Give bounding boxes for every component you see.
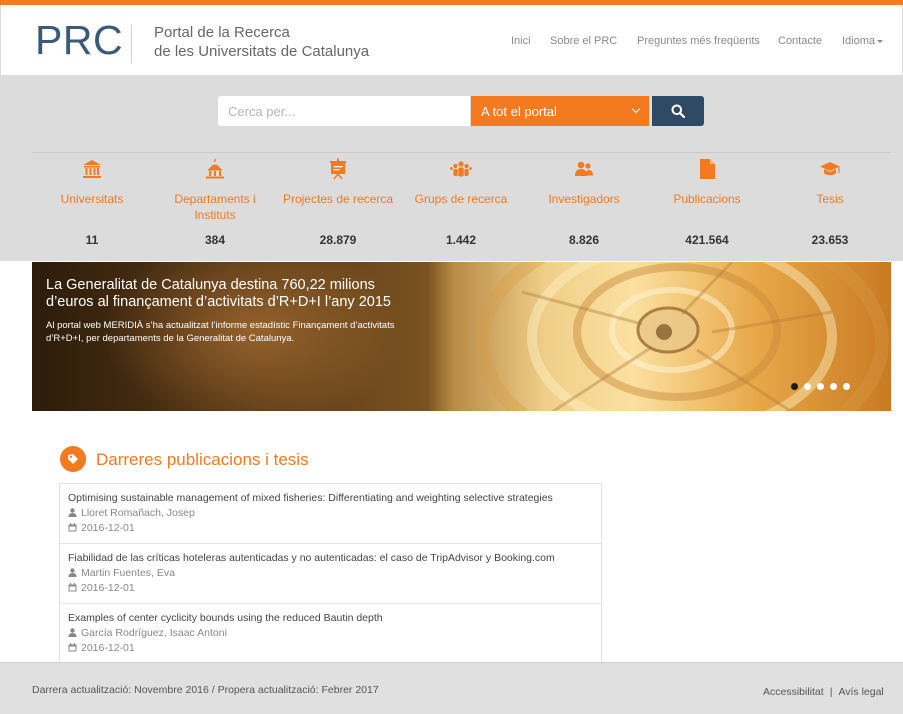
publication-author: Martin Fuentes, Eva bbox=[68, 567, 175, 579]
tagline-line-1: Portal de la Recerca bbox=[154, 24, 290, 41]
publication-author-name: García Rodríguez, Isaac Antoni bbox=[81, 627, 227, 639]
search-input[interactable] bbox=[218, 96, 470, 126]
stat-universitats[interactable]: Universitats bbox=[32, 158, 152, 207]
nav-idioma-label: Idioma bbox=[842, 35, 876, 47]
university-icon bbox=[83, 160, 101, 178]
publication-title[interactable]: Examples of center cyclicity bounds usin… bbox=[68, 612, 383, 624]
stat-label: Universitats bbox=[60, 192, 124, 206]
stat-count-departaments: 384 bbox=[204, 233, 226, 247]
slider-dot-1[interactable] bbox=[791, 383, 798, 390]
nav-item-contacte[interactable]: Contacte bbox=[778, 35, 822, 47]
caret-down-icon bbox=[877, 39, 884, 43]
list-item[interactable]: Fiabilidad de las críticas hoteleras aut… bbox=[60, 544, 601, 604]
publication-date: 2016-12-01 bbox=[68, 642, 135, 654]
stat-count-tesis: 23.653 bbox=[811, 233, 849, 247]
site-footer: Darrera actualització: Novembre 2016 / P… bbox=[0, 662, 903, 714]
stat-label: Investigadors bbox=[548, 192, 620, 206]
building-icon bbox=[206, 159, 224, 179]
stats-divider bbox=[32, 152, 891, 153]
list-item[interactable]: Examples of center cyclicity bounds usin… bbox=[60, 604, 601, 664]
slide-summary: Al portal web MERIDIÀ s’ha actualitzat l… bbox=[46, 320, 395, 344]
nav-item-idioma[interactable]: Idioma bbox=[842, 35, 884, 47]
news-slider[interactable]: La Generalitat de Catalunya destina 760,… bbox=[32, 262, 891, 411]
tagline-line-2: de les Universitats de Catalunya bbox=[154, 43, 370, 60]
publications-list: Optimising sustainable management of mix… bbox=[59, 483, 602, 664]
stat-label: Projectes de recerca bbox=[282, 192, 394, 206]
calendar-icon bbox=[68, 643, 77, 652]
stat-projectes[interactable]: Projectes de recerca bbox=[278, 158, 398, 207]
group-icon bbox=[450, 161, 472, 177]
document-icon bbox=[700, 159, 715, 179]
tag-icon bbox=[68, 454, 78, 464]
slider-dot-5[interactable] bbox=[843, 383, 850, 390]
stat-publicacions[interactable]: Publicacions bbox=[647, 158, 767, 207]
nav-item-sobre[interactable]: Sobre el PRC bbox=[550, 35, 617, 47]
nav-item-faq[interactable]: Preguntes més freqüents bbox=[637, 35, 760, 47]
stat-label: Grups de recerca bbox=[414, 192, 508, 206]
user-icon bbox=[68, 508, 77, 517]
search-button[interactable] bbox=[652, 96, 704, 126]
user-icon bbox=[68, 628, 77, 637]
site-header: PRC Portal de la Recerca de les Universi… bbox=[0, 5, 903, 75]
search-scope-select[interactable]: A tot el portal bbox=[471, 96, 649, 126]
site-tagline: Portal de la Recerca de les Universitats… bbox=[154, 23, 369, 61]
stat-investigadors[interactable]: Investigadors bbox=[524, 158, 644, 207]
stat-label: Publicacions bbox=[673, 192, 741, 206]
accessibility-link[interactable]: Accessibilitat bbox=[763, 686, 824, 698]
stat-tesis[interactable]: Tesis bbox=[770, 158, 890, 207]
section-title: Darreres publicacions i tesis bbox=[96, 450, 309, 469]
publication-date-value: 2016-12-01 bbox=[81, 642, 135, 654]
user-icon bbox=[68, 568, 77, 577]
publications-section-icon bbox=[60, 446, 86, 472]
nav-item-inici[interactable]: Inici bbox=[511, 35, 531, 47]
stat-departaments[interactable]: Departaments i Instituts bbox=[155, 158, 275, 223]
presentation-icon bbox=[330, 158, 346, 180]
stat-count-investigadors: 8.826 bbox=[568, 233, 600, 247]
publication-author-name: Martin Fuentes, Eva bbox=[81, 567, 175, 579]
publication-date-value: 2016-12-01 bbox=[81, 582, 135, 594]
slider-dot-2[interactable] bbox=[804, 383, 811, 390]
slider-dot-4[interactable] bbox=[830, 383, 837, 390]
chevron-down-icon bbox=[631, 104, 641, 114]
graduation-cap-icon bbox=[820, 162, 840, 176]
logo-divider bbox=[131, 25, 132, 63]
stat-count-universitats: 11 bbox=[85, 233, 99, 247]
footer-separator: | bbox=[829, 686, 833, 698]
site-logo[interactable]: PRC bbox=[35, 17, 123, 64]
calendar-icon bbox=[68, 583, 77, 592]
stat-count-publicacions: 421.564 bbox=[685, 233, 729, 247]
users-icon bbox=[575, 161, 593, 176]
search-icon bbox=[671, 104, 685, 118]
publication-date: 2016-12-01 bbox=[68, 582, 135, 594]
legal-notice-link[interactable]: Avís legal bbox=[838, 686, 883, 698]
stat-count-projectes: 28.879 bbox=[319, 233, 357, 247]
publication-author-name: Lloret Romañach, Josep bbox=[81, 507, 195, 519]
list-item[interactable]: Optimising sustainable management of mix… bbox=[60, 484, 601, 544]
slider-dot-3[interactable] bbox=[817, 383, 824, 390]
footer-links: Accessibilitat | Avís legal bbox=[763, 686, 884, 698]
publication-date-value: 2016-12-01 bbox=[81, 522, 135, 534]
update-info: Darrera actualització: Novembre 2016 / P… bbox=[32, 684, 379, 696]
calendar-icon bbox=[68, 523, 77, 532]
publication-title[interactable]: Optimising sustainable management of mix… bbox=[68, 492, 553, 504]
publication-author: García Rodríguez, Isaac Antoni bbox=[68, 627, 227, 639]
publication-date: 2016-12-01 bbox=[68, 522, 135, 534]
stat-grups[interactable]: Grups de recerca bbox=[401, 158, 521, 207]
publication-title[interactable]: Fiabilidad de las críticas hoteleras aut… bbox=[68, 552, 555, 564]
stat-label: Tesis bbox=[816, 192, 844, 206]
search-scope-value: A tot el portal bbox=[481, 104, 557, 119]
slide-headline[interactable]: La Generalitat de Catalunya destina 760,… bbox=[46, 277, 426, 311]
stat-label: Departaments i Instituts bbox=[174, 192, 256, 222]
stat-count-grups: 1.442 bbox=[445, 233, 477, 247]
publication-author: Lloret Romañach, Josep bbox=[68, 507, 195, 519]
